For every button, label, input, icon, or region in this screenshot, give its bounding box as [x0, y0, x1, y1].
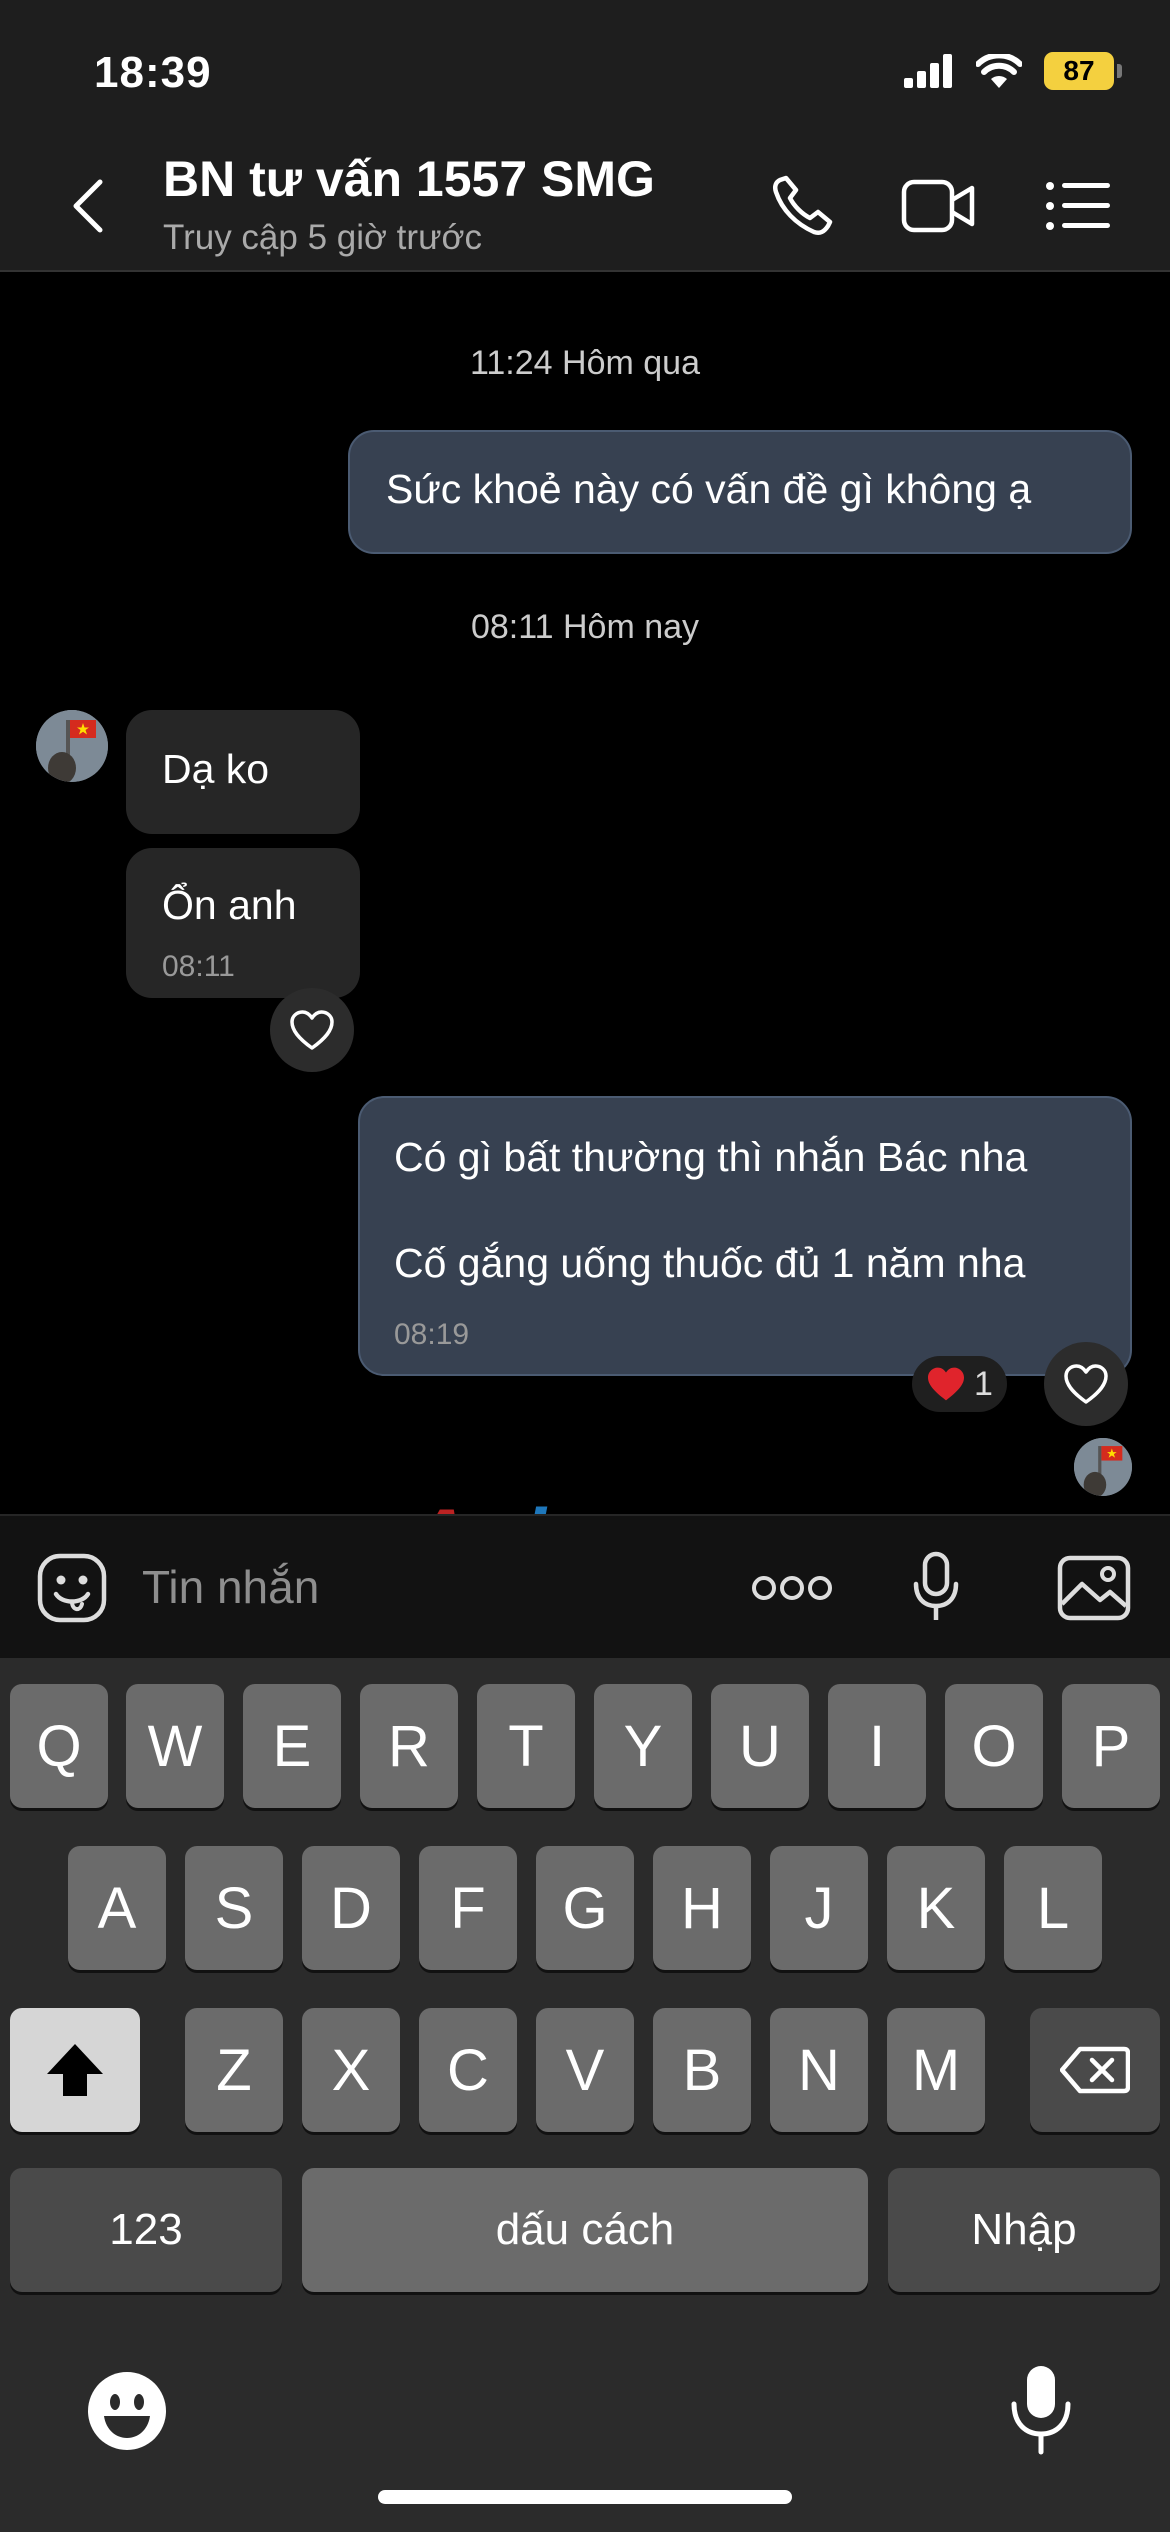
conversation-title[interactable]: BN tư vấn 1557 SMG [163, 150, 655, 208]
key-o[interactable]: O [945, 1684, 1043, 1808]
key-r[interactable]: R [360, 1684, 458, 1808]
image-gallery-icon[interactable] [1056, 1554, 1132, 1622]
cellular-signal-icon [904, 54, 952, 88]
dictation-microphone-icon[interactable] [1008, 2362, 1074, 2458]
phone-icon[interactable] [766, 172, 842, 240]
key-h[interactable]: H [653, 1846, 751, 1970]
key-d[interactable]: D [302, 1846, 400, 1970]
react-heart-button[interactable] [1044, 1342, 1128, 1426]
menu-list-icon[interactable] [1040, 172, 1116, 240]
microphone-icon[interactable] [910, 1550, 962, 1626]
key-g[interactable]: G [536, 1846, 634, 1970]
key-c[interactable]: C [419, 2008, 517, 2132]
key-i[interactable]: I [828, 1684, 926, 1808]
key-k[interactable]: K [887, 1846, 985, 1970]
key-s[interactable]: S [185, 1846, 283, 1970]
key-j[interactable]: J [770, 1846, 868, 1970]
more-options-icon[interactable] [750, 1570, 834, 1606]
return-key[interactable]: Nhập [888, 2168, 1160, 2292]
home-indicator[interactable] [378, 2490, 792, 2504]
key-f[interactable]: F [419, 1846, 517, 1970]
react-heart-button[interactable] [270, 988, 354, 1072]
avatar-photo [1074, 1438, 1132, 1496]
message-time: 08:11 [162, 950, 235, 983]
message-composer: Tin nhắn [0, 1514, 1170, 1658]
status-icons: 87 [904, 52, 1122, 90]
seen-avatar [1074, 1438, 1132, 1496]
key-b[interactable]: B [653, 2008, 751, 2132]
last-seen-status: Truy cập 5 giờ trước [163, 218, 482, 257]
status-time: 18:39 [94, 48, 212, 97]
timestamp-divider: 11:24 Hôm qua [470, 344, 700, 382]
shift-key[interactable] [10, 2008, 140, 2132]
key-e[interactable]: E [243, 1684, 341, 1808]
numbers-key[interactable]: 123 [10, 2168, 282, 2292]
contact-avatar[interactable] [36, 710, 108, 782]
key-z[interactable]: Z [185, 2008, 283, 2132]
message-text-line1: Có gì bất thường thì nhắn Bác nha [394, 1134, 1028, 1180]
space-key[interactable]: dấu cách [302, 2168, 868, 2292]
message-text: Sức khoẻ này có vấn đề gì không ạ [386, 466, 1032, 512]
key-v[interactable]: V [536, 2008, 634, 2132]
on-screen-keyboard: Q W E R T Y U I O P A S D F G H J K L Z … [0, 1658, 1170, 2532]
heart-outline-icon [1064, 1364, 1108, 1404]
backspace-icon [1060, 2046, 1130, 2094]
red-heart-icon [928, 1367, 964, 1401]
key-y[interactable]: Y [594, 1684, 692, 1808]
key-m[interactable]: M [887, 2008, 985, 2132]
timestamp-divider: 08:11 Hôm nay [470, 608, 700, 646]
message-text-line2: Cố gắng uống thuốc đủ 1 năm nha [394, 1240, 1026, 1286]
video-call-icon[interactable] [900, 172, 976, 240]
message-bubble-incoming[interactable]: Ổn anh 08:11 [126, 848, 360, 998]
sticker-icon[interactable] [36, 1552, 108, 1624]
emoji-keyboard-icon[interactable] [86, 2370, 168, 2452]
key-n[interactable]: N [770, 2008, 868, 2132]
chat-header: 18:39 87 BN tư vấn 1557 SMG Truy cập 5 g… [0, 0, 1170, 272]
message-time: 08:19 [394, 1318, 470, 1351]
key-t[interactable]: T [477, 1684, 575, 1808]
key-a[interactable]: A [68, 1846, 166, 1970]
message-input[interactable]: Tin nhắn [142, 1560, 319, 1614]
back-chevron-icon[interactable] [64, 176, 114, 236]
key-l[interactable]: L [1004, 1846, 1102, 1970]
message-text: Dạ ko [162, 746, 270, 792]
shift-arrow-icon [47, 2044, 103, 2096]
message-bubble-outgoing[interactable]: Có gì bất thường thì nhắn Bác nha Cố gắn… [358, 1096, 1132, 1376]
key-p[interactable]: P [1062, 1684, 1160, 1808]
backspace-key[interactable] [1030, 2008, 1160, 2132]
key-q[interactable]: Q [10, 1684, 108, 1808]
wifi-icon [976, 54, 1022, 88]
heart-outline-icon [290, 1010, 334, 1050]
reaction-count: 1 [974, 1364, 993, 1403]
battery-indicator: 87 [1044, 52, 1122, 90]
message-text: Ổn anh [162, 882, 297, 928]
message-bubble-outgoing[interactable]: Sức khoẻ này có vấn đề gì không ạ [348, 430, 1132, 554]
reaction-summary[interactable]: 1 [912, 1356, 1007, 1412]
key-w[interactable]: W [126, 1684, 224, 1808]
key-x[interactable]: X [302, 2008, 400, 2132]
message-bubble-incoming[interactable]: Dạ ko [126, 710, 360, 834]
message-list[interactable]: 11:24 Hôm qua Sức khoẻ này có vấn đề gì … [0, 274, 1170, 1584]
key-u[interactable]: U [711, 1684, 809, 1808]
avatar-photo [36, 710, 108, 782]
